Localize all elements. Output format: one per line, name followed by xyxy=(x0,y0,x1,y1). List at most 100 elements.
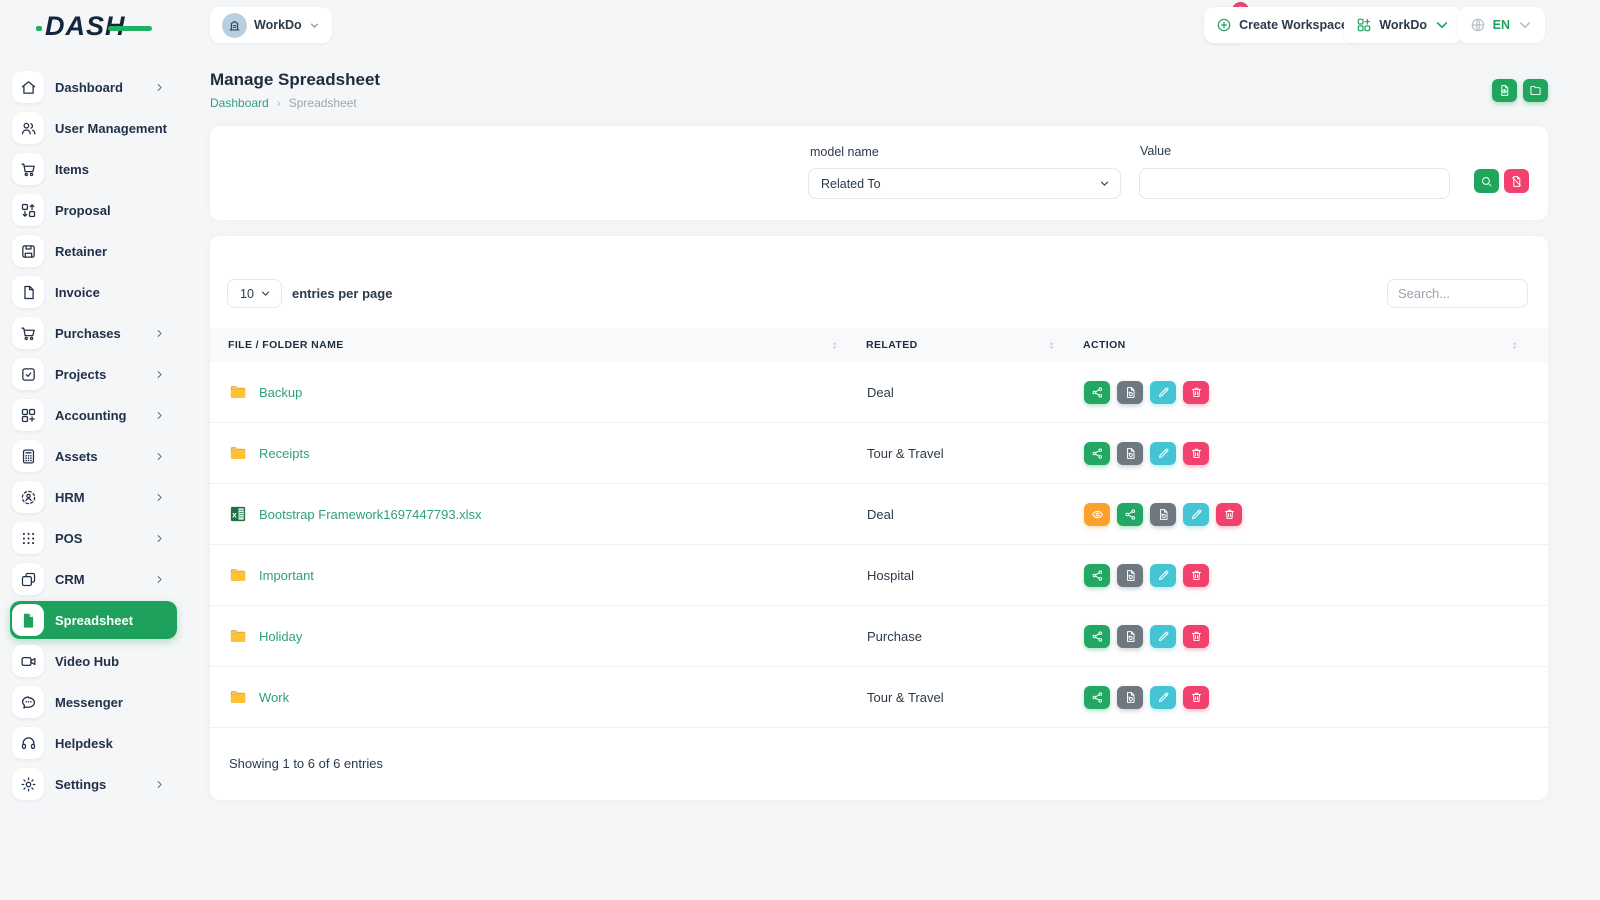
delete-button[interactable] xyxy=(1216,503,1242,526)
files-table: FILE / FOLDER NAME RELATED ACTION Backup… xyxy=(210,328,1548,728)
file-link[interactable]: Bootstrap Framework1697447793.xlsx xyxy=(259,507,482,522)
share-button[interactable] xyxy=(1084,442,1110,465)
edit-button[interactable] xyxy=(1183,503,1209,526)
chevron-down-icon xyxy=(1434,17,1450,33)
edit-button[interactable] xyxy=(1150,381,1176,404)
sidebar-item-messenger[interactable]: Messenger xyxy=(10,683,177,721)
sidebar-item-dashboard[interactable]: Dashboard xyxy=(10,68,177,106)
view-button[interactable] xyxy=(1084,503,1110,526)
model-name-select[interactable]: Related To xyxy=(808,168,1121,199)
column-header-related[interactable]: RELATED xyxy=(848,328,1065,362)
copy-button[interactable] xyxy=(1117,686,1143,709)
share-button[interactable] xyxy=(1084,564,1110,587)
pencil-icon xyxy=(1190,508,1203,521)
helpdesk-icon xyxy=(20,735,37,752)
sidebar-item-hrm[interactable]: HRM xyxy=(10,478,177,516)
share-button[interactable] xyxy=(1084,686,1110,709)
edit-button[interactable] xyxy=(1150,442,1176,465)
delete-button[interactable] xyxy=(1183,686,1209,709)
column-header-file-folder-name[interactable]: FILE / FOLDER NAME xyxy=(210,328,848,362)
share-button[interactable] xyxy=(1084,625,1110,648)
sidebar-icon-box xyxy=(12,686,44,718)
breadcrumb-dashboard-link[interactable]: Dashboard xyxy=(210,96,269,110)
sidebar-item-retainer[interactable]: Retainer xyxy=(10,232,177,270)
sort-icon[interactable] xyxy=(829,339,840,352)
app-menu-button[interactable]: WorkDo xyxy=(1344,7,1462,43)
create-file-button[interactable] xyxy=(1492,79,1517,102)
trash-icon xyxy=(1190,691,1203,704)
table-row: Backup Deal xyxy=(210,362,1548,423)
sidebar-item-label: Assets xyxy=(55,449,98,464)
sidebar-item-helpdesk[interactable]: Helpdesk xyxy=(10,724,177,762)
sidebar-item-pos[interactable]: POS xyxy=(10,519,177,557)
sidebar-item-settings[interactable]: Settings xyxy=(10,765,177,803)
sort-icon[interactable] xyxy=(1509,339,1520,352)
filter-search-button[interactable] xyxy=(1474,169,1499,193)
file-link[interactable]: Receipts xyxy=(259,446,310,461)
sidebar-item-label: Retainer xyxy=(55,244,107,259)
file-link[interactable]: Important xyxy=(259,568,314,583)
breadcrumb: Dashboard › Spreadsheet xyxy=(210,96,380,110)
sidebar-item-proposal[interactable]: Proposal xyxy=(10,191,177,229)
create-folder-button[interactable] xyxy=(1523,79,1548,102)
related-cell: Tour & Travel xyxy=(848,446,1065,461)
file-name-cell: Holiday xyxy=(210,627,848,645)
delete-button[interactable] xyxy=(1183,625,1209,648)
pencil-icon xyxy=(1157,630,1170,643)
language-selector[interactable]: EN xyxy=(1458,7,1545,43)
app-logo[interactable]: DASH xyxy=(45,11,126,42)
sidebar-icon-box xyxy=(12,71,44,103)
file-link[interactable]: Holiday xyxy=(259,629,302,644)
sidebar-item-user-management[interactable]: User Management xyxy=(10,109,177,147)
edit-button[interactable] xyxy=(1150,686,1176,709)
sort-icon[interactable] xyxy=(1046,339,1057,352)
delete-button[interactable] xyxy=(1183,381,1209,404)
sidebar-item-items[interactable]: Items xyxy=(10,150,177,188)
sidebar-item-label: Invoice xyxy=(55,285,100,300)
share-button[interactable] xyxy=(1084,381,1110,404)
sidebar-item-invoice[interactable]: Invoice xyxy=(10,273,177,311)
file-link[interactable]: Work xyxy=(259,690,289,705)
delete-button[interactable] xyxy=(1183,564,1209,587)
copy-button[interactable] xyxy=(1117,381,1143,404)
column-header-action[interactable]: ACTION xyxy=(1065,328,1548,362)
filter-reset-button[interactable] xyxy=(1504,169,1529,193)
trash-icon xyxy=(1190,447,1203,460)
sidebar-item-spreadsheet[interactable]: Spreadsheet xyxy=(10,601,177,639)
folder-icon xyxy=(228,688,248,706)
sidebar-item-assets[interactable]: Assets xyxy=(10,437,177,475)
edit-button[interactable] xyxy=(1150,625,1176,648)
share-icon xyxy=(1124,508,1137,521)
entries-per-page-label: entries per page xyxy=(292,286,392,301)
sidebar-icon-box xyxy=(12,727,44,759)
copy-button[interactable] xyxy=(1117,564,1143,587)
page-size-value: 10 xyxy=(240,287,254,301)
edit-button[interactable] xyxy=(1150,564,1176,587)
create-workspace-button[interactable]: Create Workspace xyxy=(1204,7,1360,43)
value-input[interactable] xyxy=(1139,168,1450,199)
topbar: DASH WorkDo 0 Create Workspace WorkDo EN xyxy=(0,0,1600,50)
sidebar-item-crm[interactable]: CRM xyxy=(10,560,177,598)
share-icon xyxy=(1091,569,1104,582)
delete-button[interactable] xyxy=(1183,442,1209,465)
sidebar-item-projects[interactable]: Projects xyxy=(10,355,177,393)
sidebar-item-purchases[interactable]: Purchases xyxy=(10,314,177,352)
workspace-switcher[interactable]: WorkDo xyxy=(210,7,332,43)
share-button[interactable] xyxy=(1117,503,1143,526)
sidebar-item-label: Projects xyxy=(55,367,106,382)
table-search-input[interactable] xyxy=(1387,279,1528,308)
actions-cell xyxy=(1065,381,1548,404)
page-size-select[interactable]: 10 xyxy=(227,279,282,308)
pencil-icon xyxy=(1157,569,1170,582)
file-link[interactable]: Backup xyxy=(259,385,302,400)
copy-button[interactable] xyxy=(1117,442,1143,465)
copy-button[interactable] xyxy=(1117,625,1143,648)
table-row: Work Tour & Travel xyxy=(210,667,1548,728)
copy-button[interactable] xyxy=(1150,503,1176,526)
app-menu-label: WorkDo xyxy=(1379,18,1427,32)
sidebar-icon-box xyxy=(12,235,44,267)
sidebar-item-video-hub[interactable]: Video Hub xyxy=(10,642,177,680)
workspace-name: WorkDo xyxy=(254,18,302,32)
actions-cell xyxy=(1065,442,1548,465)
sidebar-item-accounting[interactable]: Accounting xyxy=(10,396,177,434)
